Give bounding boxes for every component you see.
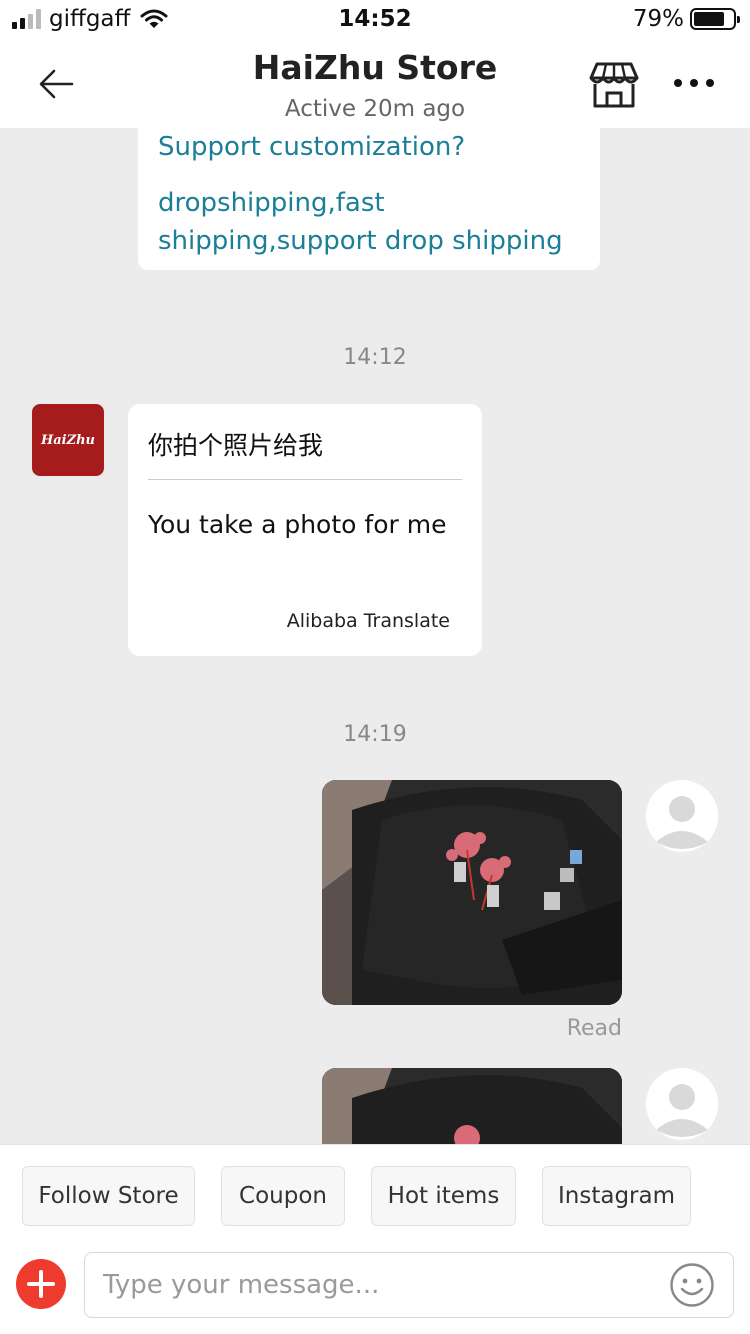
sent-photo[interactable] — [322, 780, 622, 1005]
divider — [148, 479, 462, 480]
translated-message-bubble: 你拍个照片给我 You take a photo for me Alibaba … — [128, 404, 482, 656]
status-bar: giffgaff 14:52 79% — [0, 0, 750, 42]
plus-icon[interactable] — [16, 1259, 66, 1309]
chat-header: HaiZhu Store Active 20m ago — [0, 42, 750, 128]
battery-icon — [690, 8, 740, 30]
quick-reply-follow-store[interactable]: Follow Store — [22, 1166, 195, 1226]
hoodie-photo — [322, 780, 622, 1005]
quick-reply-hot-items[interactable]: Hot items — [371, 1166, 516, 1226]
message-input[interactable] — [103, 1253, 663, 1317]
smiley-icon[interactable] — [669, 1262, 715, 1308]
message-link-dropshipping[interactable]: dropshipping,fast shipping,support drop … — [158, 184, 588, 260]
sent-photo[interactable] — [322, 1068, 622, 1144]
store-message-bubble: Support customization? dropshipping,fast… — [138, 128, 600, 270]
battery-percent: 79% — [632, 6, 684, 32]
more-dots-icon[interactable] — [674, 74, 714, 92]
message-link-customization[interactable]: Support customization? — [158, 128, 465, 166]
person-icon — [656, 1084, 708, 1137]
hoodie-photo — [322, 1068, 622, 1144]
message-input-container — [84, 1252, 734, 1318]
message-timestamp: 14:12 — [343, 345, 407, 370]
battery-group: 79% — [632, 6, 740, 32]
chat-thread[interactable]: Support customization? dropshipping,fast… — [0, 128, 750, 1144]
storefront-icon[interactable] — [589, 62, 639, 108]
user-avatar[interactable] — [646, 780, 718, 852]
translator-label: Alibaba Translate — [286, 610, 450, 632]
quick-reply-instagram[interactable]: Instagram — [542, 1166, 691, 1226]
original-message-text: 你拍个照片给我 — [148, 431, 324, 460]
read-receipt: Read — [566, 1016, 622, 1041]
composer-panel: Follow Store Coupon Hot items Instagram — [0, 1144, 750, 1334]
user-avatar[interactable] — [646, 1068, 718, 1140]
message-timestamp: 14:19 — [343, 722, 407, 747]
store-avatar[interactable]: HaiZhu — [32, 404, 104, 476]
translated-message-text: You take a photo for me — [148, 510, 447, 539]
person-icon — [656, 796, 708, 849]
quick-reply-coupon[interactable]: Coupon — [221, 1166, 345, 1226]
store-avatar-logo: HaiZhu — [40, 432, 96, 448]
